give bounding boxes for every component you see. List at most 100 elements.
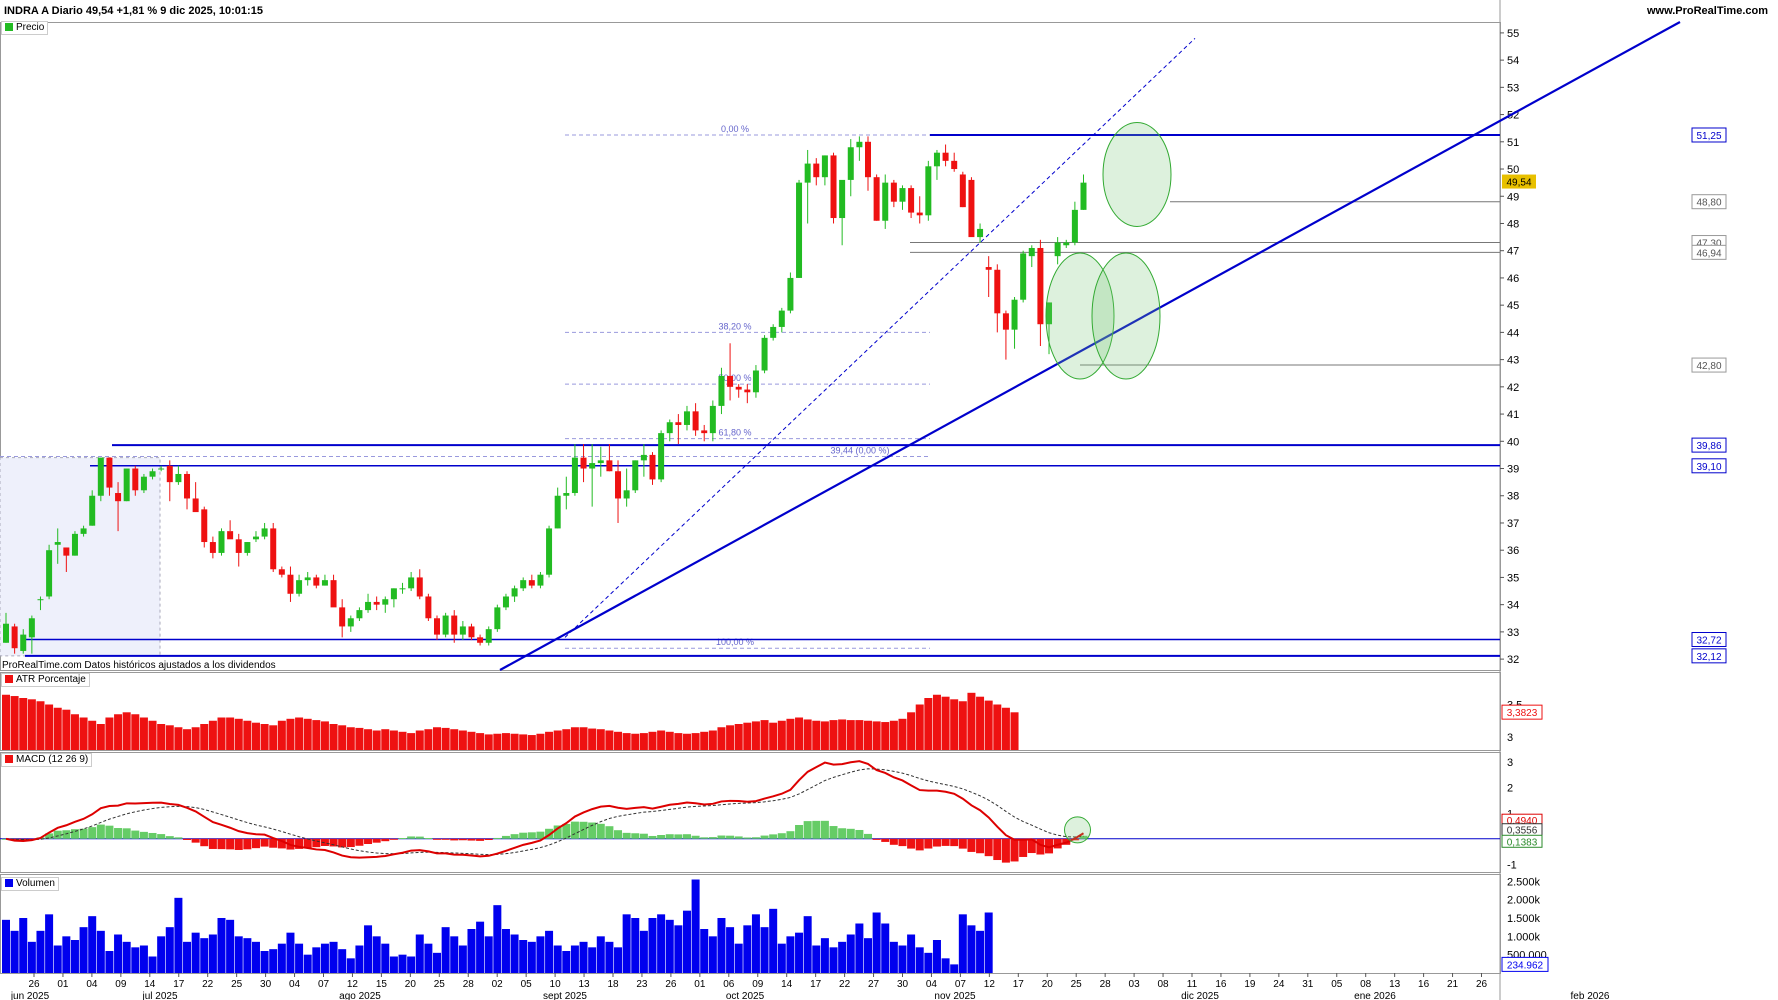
atr-bar — [407, 733, 416, 750]
macd-histogram-bar — [355, 838, 364, 846]
volume-bar — [251, 941, 260, 973]
candle-body — [37, 599, 44, 601]
price-tick-label: 32 — [1507, 654, 1519, 666]
date-tick-label: 26 — [1476, 979, 1488, 990]
volume-bar — [295, 943, 304, 973]
macd-histogram-bar — [389, 838, 398, 840]
macd-histogram-bar — [519, 832, 528, 839]
atr-bar — [950, 699, 959, 750]
candle-body — [46, 550, 53, 597]
macd-histogram-bar — [976, 838, 985, 854]
volume-panel-label: Volumen — [1, 877, 59, 891]
atr-bar — [139, 717, 148, 750]
candle-body — [1054, 242, 1061, 257]
candle-body — [244, 542, 251, 553]
atr-bar — [605, 730, 614, 750]
macd-histogram-bar — [657, 835, 666, 839]
macd-histogram-bar — [648, 835, 657, 839]
month-label: dic 2025 — [1181, 991, 1219, 1000]
macd-histogram-bar — [260, 838, 269, 847]
macd-histogram-bar — [226, 838, 235, 850]
macd-histogram-bar — [795, 824, 804, 839]
level-label: 39,86 — [1696, 441, 1721, 452]
highlight-ellipse — [1091, 252, 1161, 380]
volume-bar — [467, 929, 476, 973]
candle-body — [761, 337, 768, 371]
price-tick-label: 35 — [1507, 572, 1519, 584]
atr-bar — [588, 728, 597, 750]
atr-bar — [433, 727, 441, 750]
macd-histogram-bar — [907, 838, 916, 849]
candle-body — [330, 580, 337, 608]
price-tick-label: 34 — [1507, 600, 1519, 612]
macd-label-text: MACD (12 26 9) — [16, 754, 89, 765]
atr-bar — [657, 730, 666, 750]
site-name[interactable]: www.ProRealTime.com — [1647, 5, 1768, 17]
atr-bar — [993, 704, 1002, 750]
atr-bar — [881, 722, 890, 750]
macd-panel-label: MACD (12 26 9) — [1, 753, 93, 767]
macd-histogram-bar — [174, 837, 183, 839]
volume-bar — [493, 905, 502, 973]
atr-bar — [820, 721, 829, 750]
highlight-ellipse — [1102, 121, 1172, 227]
volume-bar — [131, 947, 140, 973]
atr-bar — [295, 717, 304, 750]
volume-bar — [389, 956, 398, 973]
macd-histogram-bar — [450, 838, 459, 841]
candle-body — [589, 463, 596, 469]
volume-bar — [700, 929, 709, 973]
candle-body — [304, 577, 311, 581]
atr-bar — [924, 698, 933, 750]
macd-histogram-bar — [200, 838, 209, 847]
date-tick-label: 14 — [144, 979, 156, 990]
macd-histogram-bar — [269, 838, 278, 848]
macd-histogram-bar — [717, 835, 726, 839]
atr-bar — [174, 727, 183, 750]
atr-bar — [674, 733, 683, 750]
atr-bar — [208, 720, 217, 750]
volume-bar — [553, 945, 562, 973]
date-tick-label: 08 — [1157, 979, 1169, 990]
atr-bar — [915, 704, 924, 750]
atr-bar — [381, 729, 390, 750]
macd-histogram-bar — [579, 821, 588, 839]
macd-histogram-bar — [467, 838, 476, 841]
price-chart: 5554535251504948474645444342414039383736… — [0, 0, 1727, 1000]
macd-histogram-bar — [726, 835, 735, 839]
atr-bar — [622, 733, 631, 750]
volume-bar — [777, 943, 786, 973]
volume-bar — [243, 938, 252, 973]
atr-bar — [855, 720, 864, 750]
date-tick-label: 25 — [231, 979, 243, 990]
volume-bar — [562, 951, 571, 973]
level-label: 39,10 — [1696, 462, 1721, 473]
macd-histogram-bar — [372, 838, 381, 843]
candle-body — [597, 460, 604, 464]
price-tick-label: 53 — [1507, 82, 1519, 94]
volume-bar — [579, 941, 588, 973]
atr-bar — [114, 714, 123, 750]
volume-bar — [717, 918, 726, 973]
macd-histogram-bar — [234, 838, 243, 850]
candle-body — [933, 152, 940, 167]
candle-body — [313, 577, 320, 586]
month-label: ene 2026 — [1354, 991, 1396, 1000]
candle-body — [873, 177, 880, 221]
atr-bar — [243, 720, 252, 750]
atr-bar — [398, 731, 407, 750]
level-label: 51,25 — [1696, 131, 1721, 142]
macd-histogram-bar — [458, 838, 467, 841]
level-label: 32,12 — [1696, 652, 1721, 663]
atr-bar — [708, 730, 717, 750]
candle-body — [201, 509, 208, 543]
candle-body — [580, 457, 587, 469]
candle-body — [856, 141, 863, 148]
date-tick-label: 22 — [202, 979, 214, 990]
macd-histogram-bar — [751, 837, 760, 839]
volume-bar — [346, 958, 355, 973]
volume-bar — [174, 897, 183, 973]
macd-histogram-bar — [596, 823, 605, 839]
macd-histogram-bar — [79, 828, 88, 839]
candle-body — [813, 163, 820, 178]
